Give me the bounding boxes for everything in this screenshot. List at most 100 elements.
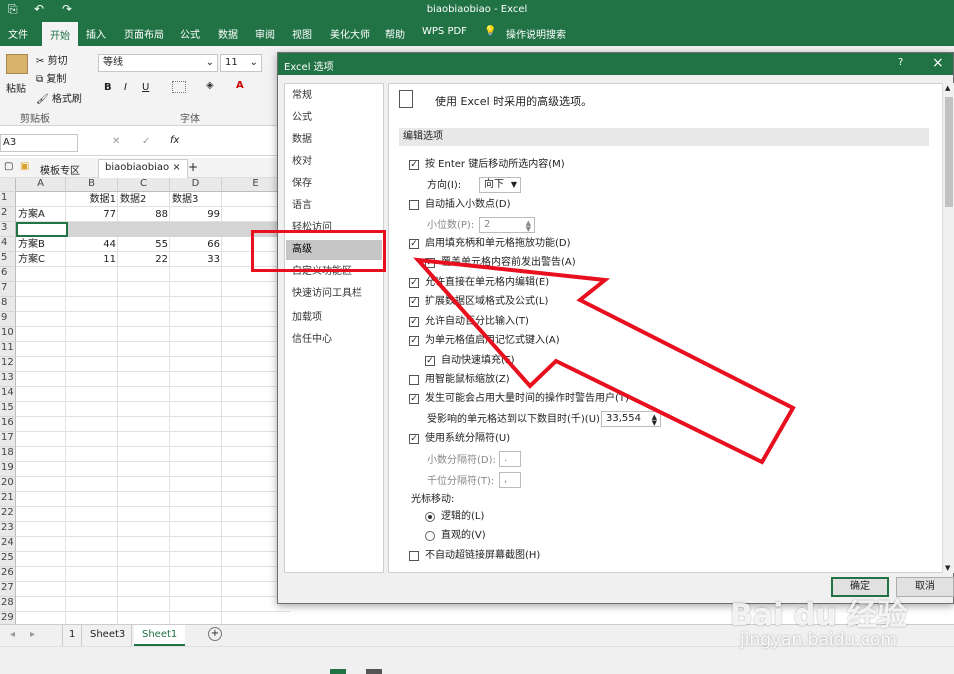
normal-view-icon[interactable] — [330, 669, 346, 674]
folder-icon[interactable]: ▣ — [20, 161, 29, 172]
radio-logical[interactable] — [425, 512, 435, 522]
checkbox-extend-formats[interactable]: ✓ — [409, 297, 419, 307]
cell-b1[interactable]: 数据1 — [66, 192, 118, 207]
row-header[interactable]: 21 — [0, 492, 16, 507]
row-header[interactable]: 3 — [0, 222, 16, 237]
row-header[interactable]: 10 — [0, 327, 16, 342]
row-header[interactable]: 7 — [0, 282, 16, 297]
nav-data[interactable]: 数据 — [286, 130, 382, 150]
cell-b2[interactable]: 77 — [66, 207, 118, 222]
row-header[interactable]: 19 — [0, 462, 16, 477]
cells-affected-spinner[interactable]: 33,554 ▲ ▼ — [601, 411, 661, 427]
scroll-down-icon[interactable]: ▼ — [945, 564, 950, 572]
cell-d5[interactable]: 33 — [170, 252, 222, 267]
cell-c2[interactable]: 88 — [118, 207, 170, 222]
nav-language[interactable]: 语言 — [286, 196, 382, 216]
row-header[interactable]: 13 — [0, 372, 16, 387]
cut-button[interactable]: ✂ 剪切 — [36, 52, 68, 67]
template-tab[interactable]: 模板专区 — [40, 162, 80, 177]
tab-review[interactable]: 审阅 — [255, 26, 275, 41]
checkbox-alert-slow[interactable]: ✓ — [409, 394, 419, 404]
document-tab[interactable]: biaobiaobiao × — [98, 159, 188, 178]
nav-add-ins[interactable]: 加载项 — [286, 308, 382, 328]
row-header[interactable]: 26 — [0, 567, 16, 582]
cell-a4[interactable]: 方案B — [16, 237, 66, 252]
column-header[interactable]: B — [66, 178, 118, 192]
fill-color-icon[interactable]: ◈ — [206, 80, 214, 91]
row-header[interactable]: 17 — [0, 432, 16, 447]
tab-home[interactable]: 开始 — [42, 22, 78, 49]
checkbox-auto-percent[interactable]: ✓ — [409, 317, 419, 327]
scroll-left-icon[interactable]: ◂ — [10, 629, 15, 640]
confirm-entry-icon[interactable]: ✓ — [142, 136, 150, 147]
checkbox-autocomplete[interactable]: ✓ — [409, 336, 419, 346]
cell-b5[interactable]: 11 — [66, 252, 118, 267]
bold-button[interactable]: B — [104, 82, 112, 93]
row-header[interactable]: 16 — [0, 417, 16, 432]
row-header[interactable]: 18 — [0, 447, 16, 462]
row-header[interactable]: 25 — [0, 552, 16, 567]
insert-function-icon[interactable]: fx — [170, 135, 179, 146]
nav-proofing[interactable]: 校对 — [286, 152, 382, 172]
scroll-right-icon[interactable]: ▸ — [30, 629, 35, 640]
add-sheet-icon[interactable]: + — [208, 627, 222, 641]
paste-icon[interactable] — [6, 54, 28, 74]
scroll-thumb[interactable] — [945, 97, 953, 207]
row-header[interactable]: 20 — [0, 477, 16, 492]
cell-d2[interactable]: 99 — [170, 207, 222, 222]
checkbox-intellimouse-zoom[interactable] — [409, 375, 419, 385]
tab-beautify-master[interactable]: 美化大师 — [330, 26, 370, 41]
cell-d4[interactable]: 66 — [170, 237, 222, 252]
nav-formulas[interactable]: 公式 — [286, 108, 382, 128]
name-box[interactable]: A3 — [0, 134, 78, 152]
row-header[interactable]: 1 — [0, 192, 16, 207]
row-header[interactable]: 4 — [0, 237, 16, 252]
row-header[interactable]: 15 — [0, 402, 16, 417]
row-header[interactable]: 9 — [0, 312, 16, 327]
checkbox-enter-move[interactable]: ✓ — [409, 160, 419, 170]
tab-file[interactable]: 文件 — [8, 26, 28, 41]
cell-c4[interactable]: 55 — [118, 237, 170, 252]
row-header[interactable]: 23 — [0, 522, 16, 537]
format-painter-button[interactable]: 🖌 格式刷 — [36, 90, 82, 105]
font-name-select[interactable]: 等线 ⌄ — [98, 54, 218, 72]
column-header[interactable]: C — [118, 178, 170, 192]
tab-wps-pdf[interactable]: WPS PDF — [422, 26, 467, 37]
sheet-index[interactable]: 1 — [62, 625, 83, 646]
row-header[interactable]: 2 — [0, 207, 16, 222]
checkbox-no-hyperlink-screenshot[interactable] — [409, 551, 419, 561]
cell-a2[interactable]: 方案A — [16, 207, 66, 222]
sheet-tab-active[interactable]: Sheet1 — [134, 625, 186, 646]
nav-quick-access-toolbar[interactable]: 快速访问工具栏 — [286, 284, 382, 304]
row-header[interactable]: 14 — [0, 387, 16, 402]
row-header[interactable]: 8 — [0, 297, 16, 312]
thousands-separator-field[interactable]: , — [499, 472, 521, 488]
active-cell[interactable] — [16, 222, 68, 237]
cell-d1[interactable]: 数据3 — [170, 192, 222, 207]
page-layout-view-icon[interactable] — [366, 669, 382, 674]
row-header[interactable]: 27 — [0, 582, 16, 597]
checkbox-system-separators[interactable]: ✓ — [409, 434, 419, 444]
select-all-corner[interactable] — [0, 178, 16, 192]
worksheet-grid[interactable]: A B C D E 1 2 3 4 5 6 7 8 9 10 11 12 13 14 15 16 17 18 19 2… — [0, 178, 290, 627]
checkbox-fill-handle[interactable]: ✓ — [409, 239, 419, 249]
cell-a5[interactable]: 方案C — [16, 252, 66, 267]
sheet-tab[interactable]: Sheet3 — [84, 625, 133, 646]
radio-visual[interactable] — [425, 531, 435, 541]
cell-c1[interactable]: 数据2 — [118, 192, 170, 207]
tab-formulas[interactable]: 公式 — [180, 26, 200, 41]
checkbox-auto-decimal[interactable] — [409, 200, 419, 210]
paste-button[interactable]: 粘贴 — [6, 80, 26, 95]
decimal-places-spinner[interactable]: 2 ▲ ▼ — [479, 217, 535, 233]
row-header[interactable]: 12 — [0, 357, 16, 372]
checkbox-flash-fill[interactable]: ✓ — [425, 356, 435, 366]
font-size-select[interactable]: 11 ⌄ — [220, 54, 262, 72]
column-header[interactable]: A — [16, 178, 66, 192]
close-icon[interactable]: × — [932, 55, 944, 71]
cell-c5[interactable]: 22 — [118, 252, 170, 267]
row-header[interactable]: 24 — [0, 537, 16, 552]
nav-save[interactable]: 保存 — [286, 174, 382, 194]
help-icon[interactable]: ? — [898, 57, 903, 68]
cancel-entry-icon[interactable]: ✕ — [112, 136, 120, 147]
italic-button[interactable]: I — [124, 82, 127, 93]
